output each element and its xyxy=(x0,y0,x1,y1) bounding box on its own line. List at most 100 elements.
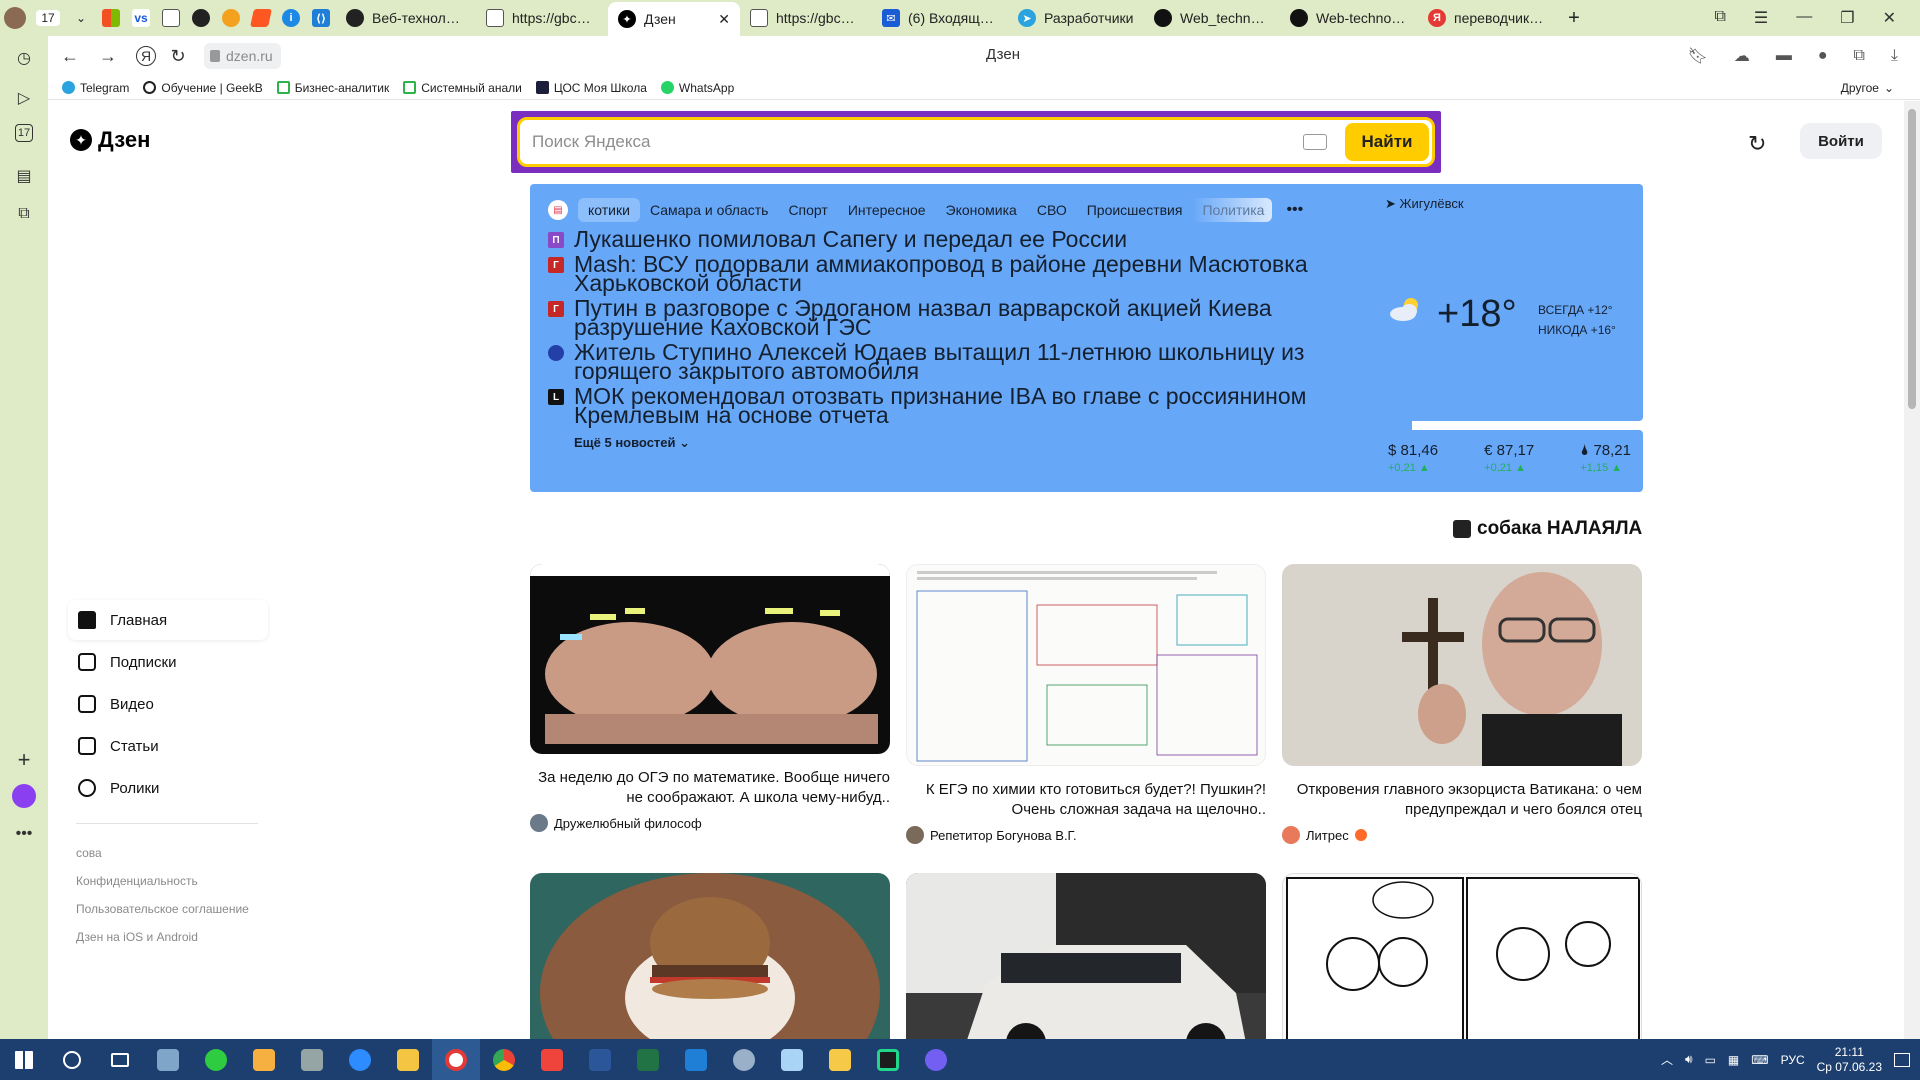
app-icon-printer[interactable] xyxy=(288,1039,336,1080)
news-tab-sport[interactable]: Спорт xyxy=(778,198,837,222)
yandex-icon[interactable]: Я xyxy=(136,46,156,66)
tab-counter[interactable]: 17 xyxy=(30,0,66,36)
bookmark-icon[interactable]: 🔖︎ xyxy=(1688,46,1708,66)
news-tab-svo[interactable]: СВО xyxy=(1027,198,1077,222)
tab-github-1[interactable]: Web_technolog xyxy=(1144,0,1280,36)
news-tab-samara[interactable]: Самара и область xyxy=(640,198,778,222)
bookmark-system-analyst[interactable]: Системный анали xyxy=(403,81,522,95)
restore-icon[interactable]: ❐ xyxy=(1840,8,1854,28)
tab-dzen[interactable]: ✦ Дзен ✕ xyxy=(608,2,740,36)
collections-icon[interactable]: ⧉ xyxy=(1714,8,1725,28)
tab-web-tech[interactable]: Веб-технологии xyxy=(336,0,476,36)
back-icon[interactable]: ← xyxy=(54,40,86,72)
extension-icon[interactable]: ▬ xyxy=(1776,47,1792,65)
keyboard-tray-icon[interactable]: ⌨ xyxy=(1751,1053,1768,1067)
news-tab-economy[interactable]: Экономика xyxy=(936,198,1027,222)
cloud-icon[interactable]: ☁ xyxy=(1734,46,1750,66)
task-view-icon[interactable] xyxy=(96,1039,144,1080)
tab-mail[interactable]: ✉ (6) Входящие - xyxy=(872,0,1008,36)
link-mobile-apps[interactable]: Дзен на iOS и Android xyxy=(76,923,249,951)
chevron-down-icon[interactable]: ⌄ xyxy=(66,0,96,36)
rate-oil[interactable]: 🌢 78,21 +1,15 ▲ xyxy=(1580,442,1631,492)
app-icon-1[interactable] xyxy=(144,1039,192,1080)
pycharm-icon[interactable] xyxy=(864,1039,912,1080)
nav-subscriptions[interactable]: Подписки xyxy=(68,642,268,682)
news-tab-politics[interactable]: Политика xyxy=(1192,198,1273,222)
card-image[interactable] xyxy=(1282,564,1642,766)
feed-card[interactable] xyxy=(1282,873,1642,1039)
news-tab-cats[interactable]: котики xyxy=(578,198,640,222)
news-item[interactable]: L МОК рекомендовал отозвать признание IB… xyxy=(548,385,1394,427)
feed-channel-title[interactable]: собака НАЛАЯЛА xyxy=(1453,518,1642,540)
card-image[interactable] xyxy=(530,564,890,754)
history-icon[interactable]: ◷ xyxy=(12,46,36,70)
dzen-logo[interactable]: ✦ Дзен xyxy=(70,127,150,153)
other-bookmarks[interactable]: Другое ⌄ xyxy=(1841,81,1894,95)
feed-card[interactable]: За неделю до ОГЭ по математике. Вообще н… xyxy=(530,564,890,832)
card-author[interactable]: Дружелюбный философ xyxy=(530,814,890,832)
app-icon-clover[interactable] xyxy=(192,1039,240,1080)
windows-pinned-tab[interactable] xyxy=(96,0,126,36)
app-icon-broom[interactable] xyxy=(240,1039,288,1080)
news-tab-incidents[interactable]: Происшествия xyxy=(1077,198,1193,222)
close-tab-icon[interactable]: ✕ xyxy=(718,11,730,28)
tab-translator[interactable]: Япереводчик с а xyxy=(1418,0,1554,36)
card-author[interactable]: Литрес xyxy=(1282,826,1642,844)
nav-video[interactable]: Видео xyxy=(68,684,268,724)
forward-icon[interactable]: → xyxy=(92,40,124,72)
profile-avatar[interactable] xyxy=(0,0,30,36)
keyboard-icon[interactable] xyxy=(1303,134,1327,150)
close-window-icon[interactable]: ✕ xyxy=(1883,8,1896,28)
search-input[interactable] xyxy=(532,132,1303,152)
vscode-pinned-tab[interactable]: ⟨⟩ xyxy=(306,0,336,36)
news-tab-interesting[interactable]: Интересное xyxy=(838,198,936,222)
download-icon[interactable]: ⤓ xyxy=(1891,47,1898,65)
news-item[interactable]: Г Mash: ВСУ подорвали аммиакопровод в ра… xyxy=(548,253,1394,295)
word-icon[interactable] xyxy=(576,1039,624,1080)
add-panel-icon[interactable]: + xyxy=(12,747,36,772)
bookmark-business-analyst[interactable]: Бизнес-аналитик xyxy=(276,81,389,95)
weather-city[interactable]: ➤ Жигулёвск xyxy=(1385,196,1464,212)
notepad-icon[interactable] xyxy=(768,1039,816,1080)
chrome-icon[interactable] xyxy=(480,1039,528,1080)
github-pinned-tab[interactable] xyxy=(186,0,216,36)
tab-github-2[interactable]: Web-technolog xyxy=(1280,0,1418,36)
feed-card[interactable] xyxy=(906,873,1266,1039)
link-privacy[interactable]: Конфиденциальность xyxy=(76,867,249,895)
rate-usd[interactable]: $ 81,46 +0,21 ▲ xyxy=(1388,442,1438,492)
yandex-browser-icon[interactable] xyxy=(432,1039,480,1080)
card-image[interactable] xyxy=(530,873,890,1039)
tray-chevron-icon[interactable]: ︿ xyxy=(1661,1051,1673,1068)
feed-card[interactable]: К ЕГЭ по химии кто готовиться будет?! Пу… xyxy=(906,564,1266,844)
start-button[interactable] xyxy=(0,1039,48,1080)
clock[interactable]: 21:11 Ср 07.06.23 xyxy=(1817,1045,1882,1075)
currency-rates[interactable]: $ 81,46 +0,21 ▲ € 87,17 +0,21 ▲ 🌢 78,21 +1,… xyxy=(1373,430,1643,492)
nav-shorts[interactable]: Ролики xyxy=(68,768,268,808)
more-news-link[interactable]: Ещё 5 новостей ⌄ xyxy=(574,435,1394,451)
colors-icon[interactable]: ● xyxy=(1818,47,1828,65)
minimize-icon[interactable]: — xyxy=(1796,8,1812,28)
more-icon[interactable]: ••• xyxy=(12,822,36,846)
url-field[interactable]: dzen.ru xyxy=(204,43,281,69)
link-user-agreement[interactable]: Пользовательское соглашение xyxy=(76,895,249,923)
news-item[interactable]: Г Путин в разговоре с Эрдоганом назвал в… xyxy=(548,297,1394,339)
news-item[interactable]: Житель Ступино Алексей Юдаев вытащил 11-… xyxy=(548,341,1394,383)
bookmark-my-school[interactable]: ЦОС Моя Школа xyxy=(535,81,647,95)
info-pinned-tab[interactable]: i xyxy=(276,0,306,36)
explorer-icon[interactable] xyxy=(384,1039,432,1080)
vs-pinned-tab[interactable]: vs xyxy=(126,0,156,36)
notes-icon[interactable]: ▤ xyxy=(12,164,36,188)
bookmark-whatsapp[interactable]: WhatsApp xyxy=(660,81,734,95)
excel-icon[interactable] xyxy=(624,1039,672,1080)
feed-card[interactable]: Откровения главного экзорциста Ватикана:… xyxy=(1282,564,1642,844)
search-taskbar-icon[interactable] xyxy=(48,1039,96,1080)
volume-icon[interactable]: 🔊︎ xyxy=(1685,1052,1693,1067)
nav-articles[interactable]: Статьи xyxy=(68,726,268,766)
bookmark-geekbrains[interactable]: Обучение | GeekB xyxy=(143,81,263,95)
battery-icon[interactable]: ▭ xyxy=(1705,1053,1716,1067)
network-icon[interactable]: ▦ xyxy=(1728,1053,1739,1067)
tab-gbcdn-1[interactable]: https://gbcdn.m xyxy=(476,0,608,36)
doc-pinned-tab[interactable] xyxy=(156,0,186,36)
card-image[interactable] xyxy=(1282,873,1642,1039)
card-author[interactable]: Репетитор Богунова В.Г. xyxy=(906,826,1266,844)
